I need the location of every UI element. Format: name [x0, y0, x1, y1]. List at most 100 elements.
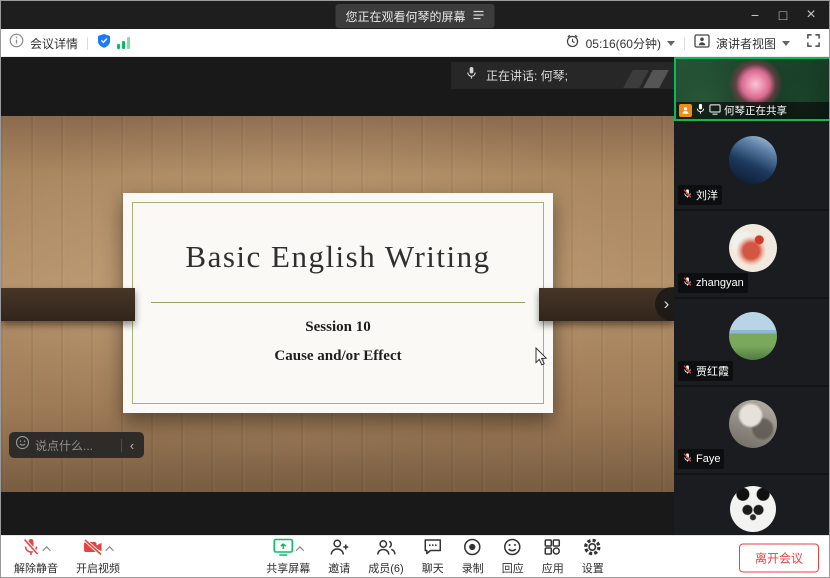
- close-button[interactable]: ×: [797, 1, 825, 29]
- bottom-toolbar: 解除静音 开启视频 共享屏幕: [1, 535, 829, 578]
- separator: [87, 37, 88, 50]
- invite-person-icon: [328, 537, 350, 562]
- participant-tile[interactable]: 贾红霞: [674, 299, 830, 385]
- separator: [121, 439, 122, 452]
- mic-muted-icon: [682, 450, 693, 468]
- view-mode-dropdown-icon[interactable]: [782, 41, 790, 46]
- mouse-cursor: [535, 347, 548, 371]
- timer-icon: [565, 33, 580, 53]
- settings-button[interactable]: 设置: [573, 536, 613, 578]
- settings-label: 设置: [582, 560, 604, 576]
- titlebar: 您正在观看何琴的屏幕 − □ ×: [1, 1, 829, 29]
- leave-meeting-button[interactable]: 离开会议: [739, 543, 819, 572]
- apps-grid-icon: [543, 537, 563, 562]
- apps-label: 应用: [542, 560, 564, 576]
- start-video-label: 开启视频: [76, 560, 120, 576]
- fullscreen-icon[interactable]: [806, 33, 821, 53]
- speaking-mic-icon: [465, 66, 478, 85]
- sharer-badge-icon: [679, 104, 692, 117]
- participant-tile-sharing[interactable]: 何琴正在共享: [674, 57, 830, 121]
- chat-placeholder: 说点什么...: [35, 437, 117, 454]
- slide-ribbon-right: [539, 288, 674, 321]
- view-mode-selector[interactable]: 演讲者视图: [716, 35, 776, 52]
- hamburger-menu-icon[interactable]: [473, 7, 485, 25]
- mic-options-chevron-icon[interactable]: [42, 546, 50, 554]
- participant-name: Faye: [696, 453, 720, 465]
- top-toolbar: 会议详情 05:16(60分钟) 演讲者视图: [1, 29, 829, 57]
- unmute-button[interactable]: 解除静音: [5, 536, 67, 578]
- mic-muted-icon: [682, 274, 693, 292]
- security-shield-icon[interactable]: [97, 33, 111, 53]
- start-video-button[interactable]: 开启视频: [67, 536, 129, 578]
- quick-chat-input[interactable]: 说点什么... ‹: [9, 432, 144, 458]
- participant-name: 贾红霞: [696, 363, 729, 379]
- chevron-right-icon: ›: [664, 294, 670, 314]
- maximize-button[interactable]: □: [769, 1, 797, 29]
- meeting-details-link[interactable]: 会议详情: [30, 35, 78, 52]
- camera-off-red-icon: [82, 537, 104, 562]
- participant-tile[interactable]: zhangyan: [674, 211, 830, 297]
- mic-muted-icon: [682, 186, 693, 204]
- meeting-timer: 05:16(60分钟): [586, 35, 661, 52]
- slide-topic: Cause and/or Effect: [123, 348, 553, 365]
- avatar: [730, 486, 776, 532]
- participant-tile[interactable]: [674, 475, 830, 535]
- apps-button[interactable]: 应用: [533, 536, 573, 578]
- chat-bubble-icon: [422, 537, 443, 562]
- shared-screen-area: 正在讲话: 何琴; Basic English Writing Session …: [1, 57, 674, 535]
- members-button[interactable]: 成员(6): [359, 536, 412, 578]
- participants-sidebar: 何琴正在共享 刘洋 zhangyan: [674, 57, 830, 535]
- participant-tile[interactable]: 刘洋: [674, 123, 830, 209]
- viewing-screen-title: 您正在观看何琴的屏幕: [345, 8, 465, 25]
- avatar: [729, 312, 777, 360]
- chat-label: 聊天: [422, 560, 444, 576]
- video-options-chevron-icon[interactable]: [105, 546, 113, 554]
- share-screen-icon: [272, 537, 294, 562]
- unmute-label: 解除静音: [14, 560, 58, 576]
- slide-ribbon-left: [1, 288, 135, 321]
- mic-muted-red-icon: [21, 537, 41, 562]
- meeting-window: 您正在观看何琴的屏幕 − □ × 会议详情 05: [0, 0, 830, 578]
- record-button[interactable]: 录制: [453, 536, 493, 578]
- reaction-smiley-icon: [503, 537, 523, 562]
- network-signal-icon[interactable]: [117, 37, 130, 49]
- members-label: 成员(6): [368, 560, 403, 576]
- participant-label: 贾红霞: [678, 361, 733, 381]
- avatar: [729, 224, 777, 272]
- speaking-status-bar: 正在讲话: 何琴;: [451, 62, 674, 89]
- participant-label: 刘洋: [678, 185, 722, 205]
- participant-label: Faye: [678, 449, 724, 469]
- reactions-button[interactable]: 回应: [493, 536, 533, 578]
- participant-label: zhangyan: [678, 273, 748, 293]
- share-screen-button[interactable]: 共享屏幕: [257, 536, 319, 578]
- minimize-button[interactable]: −: [741, 1, 769, 29]
- chat-button[interactable]: 聊天: [413, 536, 453, 578]
- share-screen-label: 共享屏幕: [266, 560, 310, 576]
- chat-collapse-icon[interactable]: ‹: [126, 438, 138, 453]
- reactions-label: 回应: [502, 560, 524, 576]
- presentation-slide: Basic English Writing Session 10 Cause a…: [123, 193, 553, 413]
- record-icon: [463, 537, 483, 562]
- sharing-label: 何琴正在共享: [676, 102, 829, 119]
- invite-label: 邀请: [328, 560, 350, 576]
- screen-share-icon: [709, 102, 721, 120]
- participant-name: zhangyan: [696, 277, 744, 289]
- members-icon: [375, 537, 397, 562]
- settings-gear-icon: [583, 537, 603, 562]
- slide-session: Session 10: [123, 319, 553, 336]
- participant-name: 何琴正在共享: [724, 103, 787, 118]
- viewing-screen-banner[interactable]: 您正在观看何琴的屏幕: [335, 4, 494, 28]
- participant-name: 刘洋: [696, 187, 718, 203]
- timer-dropdown-icon[interactable]: [667, 41, 675, 46]
- speaking-status-text: 正在讲话: 何琴;: [486, 67, 568, 84]
- slide-divider-line: [151, 302, 525, 303]
- slide-title: Basic English Writing: [123, 239, 553, 275]
- avatar: [729, 136, 777, 184]
- record-label: 录制: [462, 560, 484, 576]
- separator: [684, 37, 685, 50]
- share-options-chevron-icon[interactable]: [296, 546, 304, 554]
- invite-button[interactable]: 邀请: [319, 536, 359, 578]
- mic-on-icon: [695, 102, 706, 120]
- participant-tile[interactable]: Faye: [674, 387, 830, 473]
- emoji-smiley-icon[interactable]: [15, 435, 30, 455]
